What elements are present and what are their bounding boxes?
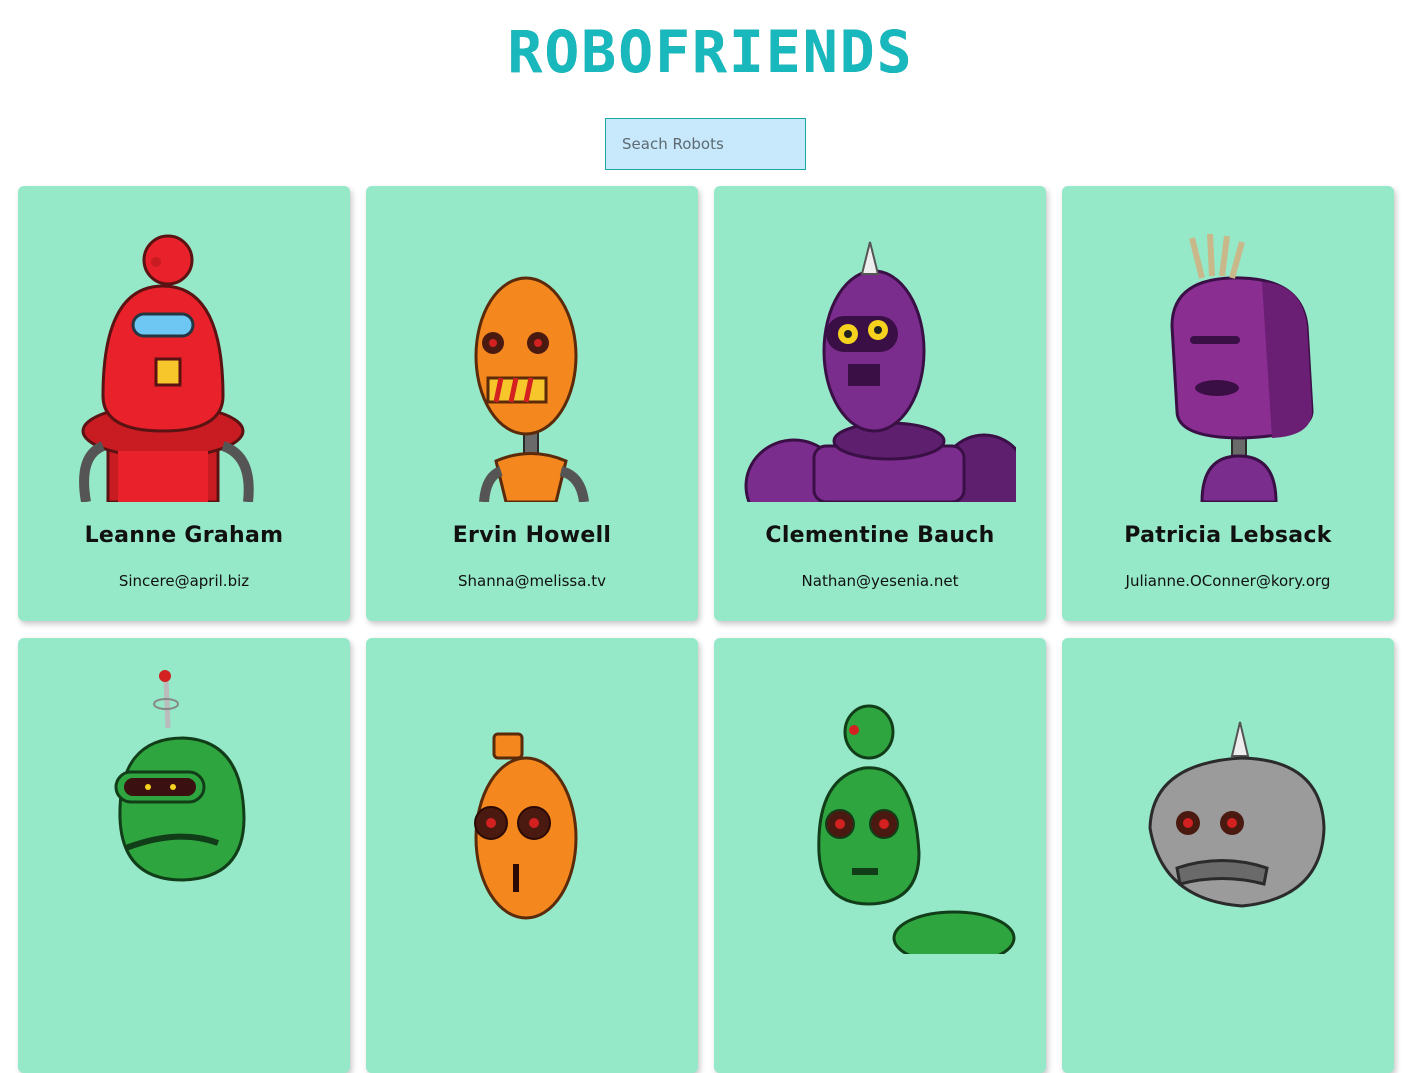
robot-name: Patricia Lebsack <box>1124 523 1332 548</box>
header: ROBOFRIENDS <box>0 0 1421 110</box>
search-input[interactable] <box>605 118 806 170</box>
robot-email: Nathan@yesenia.net <box>801 572 959 590</box>
green-robot-avatar-icon <box>114 670 246 882</box>
orange-robot-avatar-icon <box>474 276 589 502</box>
robot-card[interactable]: Clementine Bauch Nathan@yesenia.net <box>714 186 1046 621</box>
robot-name: Leanne Graham <box>84 523 284 548</box>
robot-email: Sincere@april.biz <box>118 572 250 590</box>
purple-robot-avatar-icon <box>1170 233 1314 502</box>
robot-card[interactable] <box>1062 638 1394 1073</box>
search-box <box>605 118 806 170</box>
purple-robot-avatar-icon <box>744 241 1016 502</box>
robot-card[interactable]: Leanne Graham Sincere@april.biz <box>18 186 350 621</box>
robot-card[interactable] <box>18 638 350 1073</box>
robot-email: Julianne.OConner@kory.org <box>1125 572 1331 590</box>
red-robot-avatar-icon <box>79 234 254 502</box>
green-robot-avatar-icon <box>817 704 1016 954</box>
robot-card[interactable] <box>366 638 698 1073</box>
robot-card[interactable]: Ervin Howell Shanna@melissa.tv <box>366 186 698 621</box>
robot-email: Shanna@melissa.tv <box>458 572 606 590</box>
robot-card[interactable]: Patricia Lebsack Julianne.OConner@kory.o… <box>1062 186 1394 621</box>
robot-name: Clementine Bauch <box>765 523 995 548</box>
robot-name: Ervin Howell <box>452 523 612 548</box>
gray-robot-avatar-icon <box>1148 721 1326 908</box>
orange-robot-avatar-icon <box>474 732 578 920</box>
robot-card[interactable] <box>714 638 1046 1073</box>
app-title: ROBOFRIENDS <box>507 18 914 86</box>
